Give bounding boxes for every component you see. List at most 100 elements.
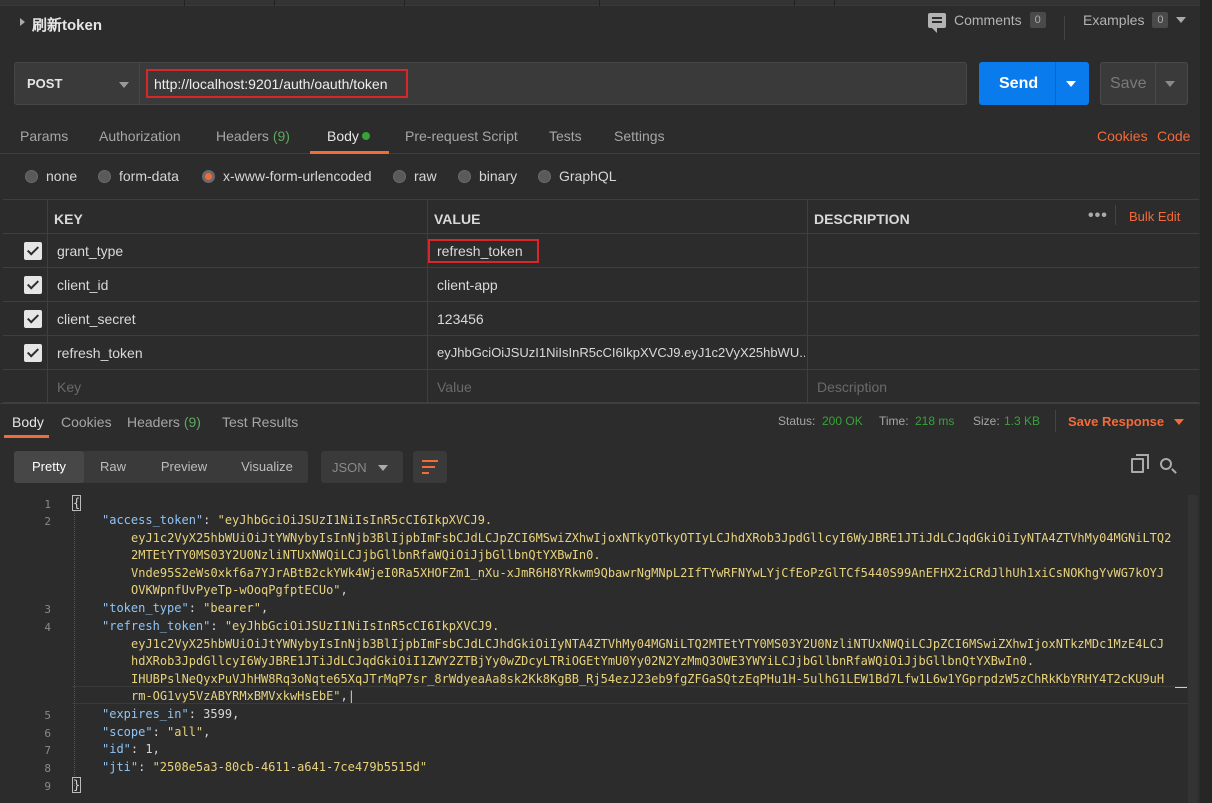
size-label: Size: bbox=[973, 414, 1000, 428]
tab-segment[interactable] bbox=[275, 0, 405, 6]
response-tab-headers[interactable]: Headers (9) bbox=[127, 414, 201, 430]
more-options-icon[interactable]: ••• bbox=[1088, 207, 1108, 225]
window-edge bbox=[1200, 0, 1212, 803]
row-checkbox[interactable] bbox=[24, 310, 42, 328]
json-brace: { bbox=[71, 495, 82, 511]
description-placeholder[interactable]: Description bbox=[817, 379, 887, 395]
comments-button[interactable]: Comments 0 bbox=[928, 12, 1046, 33]
save-button[interactable]: Save bbox=[1100, 62, 1188, 105]
response-tab-body[interactable]: Body bbox=[12, 414, 44, 430]
table-row: client_id client-app bbox=[3, 267, 1199, 302]
row-checkbox[interactable] bbox=[24, 344, 42, 362]
radio-label: raw bbox=[414, 168, 437, 184]
comments-count-badge: 0 bbox=[1029, 12, 1046, 28]
response-tab-headers-label: Headers bbox=[127, 414, 180, 430]
row-checkbox[interactable] bbox=[24, 276, 42, 294]
save-response-button[interactable]: Save Response bbox=[1068, 414, 1185, 429]
row-checkbox[interactable] bbox=[24, 242, 42, 260]
send-button[interactable]: Send bbox=[979, 62, 1089, 105]
active-tab-indicator bbox=[4, 435, 49, 438]
cookies-link[interactable]: Cookies bbox=[1097, 128, 1148, 144]
examples-dropdown[interactable]: Examples 0 bbox=[1083, 12, 1187, 28]
param-description[interactable] bbox=[807, 268, 1199, 302]
code-line: "jti": "2508e5a3-80cb-4611-a641-7ce479b5… bbox=[102, 760, 428, 774]
code-line: rm-OG1vy5VzABYRMxBMVxkwHsEbE",| bbox=[131, 689, 355, 703]
tab-body[interactable]: Body bbox=[327, 128, 370, 144]
save-options-chevron-icon[interactable] bbox=[1165, 81, 1175, 87]
radio-raw[interactable]: raw bbox=[393, 168, 437, 184]
url-text[interactable]: http://localhost:9201/auth/oauth/token bbox=[154, 76, 388, 92]
tab-segment[interactable] bbox=[0, 0, 185, 6]
copy-icon[interactable] bbox=[1131, 454, 1149, 473]
response-tab-test-results[interactable]: Test Results bbox=[222, 414, 298, 430]
param-value[interactable]: 123456 bbox=[437, 311, 484, 327]
code-line: eyJ1c2VyX25hbWUiOiJtYWNybyIsInNjb3BlIjpb… bbox=[131, 636, 1164, 654]
tab-authorization[interactable]: Authorization bbox=[99, 128, 181, 144]
radio-form-data[interactable]: form-data bbox=[98, 168, 179, 184]
radio-graphql[interactable]: GraphQL bbox=[538, 168, 617, 184]
method-select[interactable]: POST bbox=[14, 62, 140, 105]
code-link[interactable]: Code bbox=[1157, 128, 1190, 144]
tab-segment[interactable] bbox=[185, 0, 275, 6]
tab-settings[interactable]: Settings bbox=[614, 128, 665, 144]
radio-urlencoded[interactable]: x-www-form-urlencoded bbox=[202, 168, 372, 184]
bulk-edit-link[interactable]: Bulk Edit bbox=[1129, 209, 1180, 224]
param-key[interactable]: grant_type bbox=[57, 243, 123, 259]
json-string: Vnde95S2eWs0xkf6a7YJrABtB2ckYWk4WjeI0Ra5… bbox=[131, 566, 1165, 580]
param-value[interactable]: client-app bbox=[437, 277, 498, 293]
value-placeholder[interactable]: Value bbox=[437, 379, 472, 395]
param-value[interactable]: eyJhbGciOiJSUzI1NiIsInR5cCI6IkpXVCJ9.eyJ… bbox=[437, 345, 805, 360]
radio-circle bbox=[458, 169, 471, 183]
save-label: Save bbox=[1110, 75, 1147, 92]
line-number: 3 bbox=[44, 603, 51, 616]
param-description[interactable] bbox=[807, 302, 1199, 336]
radio-circle bbox=[98, 169, 111, 183]
radio-none[interactable]: none bbox=[25, 168, 77, 184]
radio-label: form-data bbox=[119, 168, 179, 184]
tab-segment[interactable] bbox=[795, 0, 835, 6]
param-key[interactable]: refresh_token bbox=[57, 345, 143, 361]
wrap-lines-button[interactable] bbox=[413, 451, 447, 483]
comment-icon bbox=[928, 12, 946, 33]
line-number: 6 bbox=[44, 727, 51, 740]
view-visualize-button[interactable]: Visualize bbox=[226, 451, 308, 483]
view-pretty-button[interactable]: Pretty bbox=[14, 451, 84, 483]
radio-circle bbox=[538, 169, 551, 183]
time-value[interactable]: 218 ms bbox=[915, 414, 954, 428]
key-placeholder[interactable]: Key bbox=[57, 379, 81, 395]
param-description[interactable] bbox=[807, 336, 1199, 370]
json-string: "bearer" bbox=[203, 601, 261, 615]
param-key[interactable]: client_secret bbox=[57, 311, 136, 327]
param-key[interactable]: client_id bbox=[57, 277, 108, 293]
tab-segment[interactable] bbox=[600, 0, 795, 6]
radio-label: none bbox=[46, 168, 78, 184]
editor-scrollbar[interactable] bbox=[1188, 495, 1198, 803]
code-line: } bbox=[71, 777, 82, 795]
save-response-label: Save Response bbox=[1068, 414, 1165, 429]
json-number: 3599 bbox=[203, 707, 233, 721]
param-description[interactable] bbox=[807, 234, 1199, 268]
table-row: grant_type refresh_token bbox=[3, 233, 1199, 268]
format-select[interactable]: JSON bbox=[321, 451, 403, 483]
search-icon[interactable] bbox=[1160, 458, 1172, 470]
line-number: 9 bbox=[44, 780, 51, 793]
column-header-key: KEY bbox=[54, 211, 83, 227]
tab-params[interactable]: Params bbox=[20, 128, 68, 144]
radio-circle bbox=[393, 169, 406, 183]
send-options-chevron-icon[interactable] bbox=[1066, 81, 1076, 87]
size-value[interactable]: 1.3 KB bbox=[1004, 414, 1040, 428]
radio-binary[interactable]: binary bbox=[458, 168, 517, 184]
view-preview-button[interactable]: Preview bbox=[142, 451, 226, 483]
radio-label: GraphQL bbox=[559, 168, 617, 184]
tab-headers[interactable]: Headers (9) bbox=[216, 128, 290, 144]
tab-segment[interactable] bbox=[405, 0, 600, 6]
tab-tests[interactable]: Tests bbox=[549, 128, 582, 144]
tab-prerequest-script[interactable]: Pre-request Script bbox=[405, 128, 518, 144]
examples-count-badge: 0 bbox=[1152, 12, 1169, 28]
view-raw-button[interactable]: Raw bbox=[84, 451, 142, 483]
code-line: "expires_in": 3599, bbox=[102, 707, 240, 721]
expand-caret-icon[interactable] bbox=[20, 18, 25, 26]
status-value[interactable]: 200 OK bbox=[822, 414, 863, 428]
response-tab-cookies[interactable]: Cookies bbox=[61, 414, 112, 430]
request-title[interactable]: 刷新token bbox=[32, 14, 102, 35]
